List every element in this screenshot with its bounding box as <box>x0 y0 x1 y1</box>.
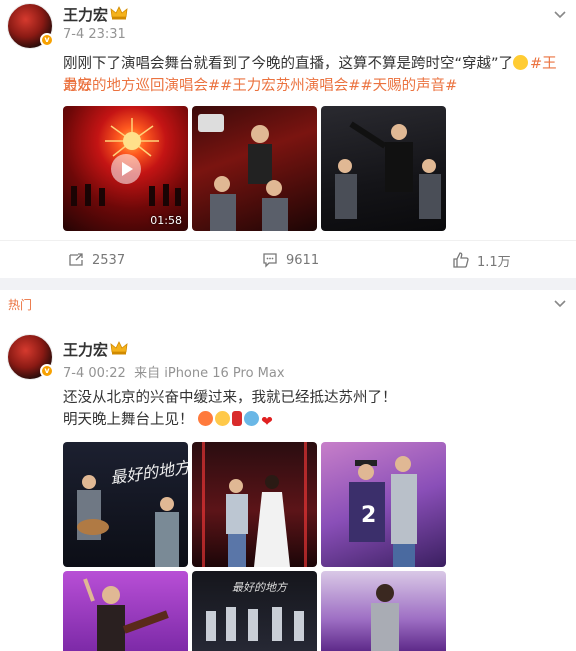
video-thumbnail[interactable]: 01:58 <box>63 106 188 231</box>
weibo-post-2: 热门 v 王力宏 7-4 00:22 来自 iPhone 16 Pro Max … <box>0 290 576 651</box>
post-image-6[interactable] <box>321 571 446 651</box>
duet-photo-graphic <box>202 442 307 567</box>
dancers-photo-graphic <box>335 121 441 219</box>
chevron-down-icon[interactable] <box>553 297 567 311</box>
hashtag-voice[interactable]: #天赐的声音# <box>360 78 457 94</box>
post-text-line2: 明天晚上舞台上见！ ❤ <box>63 409 279 431</box>
post-image-5[interactable]: 最好的地方 <box>192 571 317 651</box>
like-button[interactable]: 1.1万 <box>453 241 511 279</box>
post-image-2[interactable] <box>192 106 317 231</box>
calligraphy-text-small: 最好的地方 <box>232 581 289 594</box>
post-text-body: 刚刚下了演唱会舞台就看到了今晚的直播，这算不算是跨时空“穿越”了 <box>63 56 514 72</box>
action-bar: 2537 9611 1.1万 <box>0 240 576 278</box>
surprised-emoji-icon <box>513 55 529 70</box>
hashtag-suzhou[interactable]: #王力宏苏州演唱会# <box>220 78 360 94</box>
thumbs-up-icon <box>453 252 469 268</box>
excited-emoji-icon <box>198 411 214 426</box>
post-source: 来自 iPhone 16 Pro Max <box>134 366 285 381</box>
jersey-number: 2 <box>361 503 376 528</box>
crown-icon <box>110 341 128 355</box>
verified-badge-icon: v <box>40 364 54 378</box>
like-count: 1.1万 <box>477 254 511 270</box>
weibo-post-1: v 王力宏 7-4 23:31 刚刚下了演唱会舞台就看到了今晚的直播，这算不算是… <box>0 0 576 278</box>
comment-icon <box>263 253 277 268</box>
singer-photo-graphic <box>371 584 399 651</box>
repost-button[interactable]: 2537 <box>68 241 125 279</box>
crown-icon <box>110 6 128 20</box>
video-duration: 01:58 <box>150 214 182 227</box>
rose-emoji-icon <box>232 411 243 426</box>
post-time[interactable]: 7-4 00:22 <box>63 366 126 381</box>
comment-button[interactable]: 9611 <box>262 241 319 279</box>
performer-photo-graphic <box>198 114 288 231</box>
post-hashtags: 最好的地方巡回演唱会##王力宏苏州演唱会##天赐的声音# <box>63 75 457 97</box>
kiss-emoji-icon <box>215 411 231 426</box>
username[interactable]: 王力宏 <box>63 339 108 360</box>
guitarists-photo-graphic: 最好的地方 <box>77 457 188 567</box>
guitar-solo-photo-graphic <box>83 578 169 651</box>
verified-badge-icon: v <box>40 33 54 47</box>
post-image-1[interactable]: 最好的地方 <box>63 442 188 567</box>
heart-emoji-icon: ❤ <box>261 414 273 430</box>
band-stage-photo-graphic: 最好的地方 <box>206 581 304 641</box>
post-meta: 7-4 00:22 来自 iPhone 16 Pro Max <box>63 362 285 381</box>
hot-label: 热门 <box>8 298 33 312</box>
comment-count: 9611 <box>286 252 320 268</box>
repost-count: 2537 <box>92 252 126 268</box>
calligraphy-text: 最好的地方 <box>109 457 188 487</box>
post-image-3[interactable] <box>321 106 446 231</box>
post-image-2[interactable] <box>192 442 317 567</box>
post-image-3[interactable]: 2 <box>321 442 446 567</box>
play-icon[interactable] <box>110 153 141 184</box>
hashtag-concert-cont[interactable]: 最好的地方巡回演唱会# <box>63 78 220 94</box>
chevron-down-icon[interactable] <box>553 8 567 22</box>
post-text-body: 明天晚上舞台上见！ <box>63 412 194 428</box>
two-performers-photo-graphic: 2 <box>349 456 417 567</box>
post-image-4[interactable] <box>63 571 188 651</box>
post-text-line1: 还没从北京的兴奋中缓过来，我就已经抵达苏州了！ <box>63 390 397 406</box>
repost-icon <box>69 253 83 266</box>
hug-emoji-icon <box>244 411 260 426</box>
username[interactable]: 王力宏 <box>63 4 108 25</box>
post-time[interactable]: 7-4 23:31 <box>63 27 126 42</box>
